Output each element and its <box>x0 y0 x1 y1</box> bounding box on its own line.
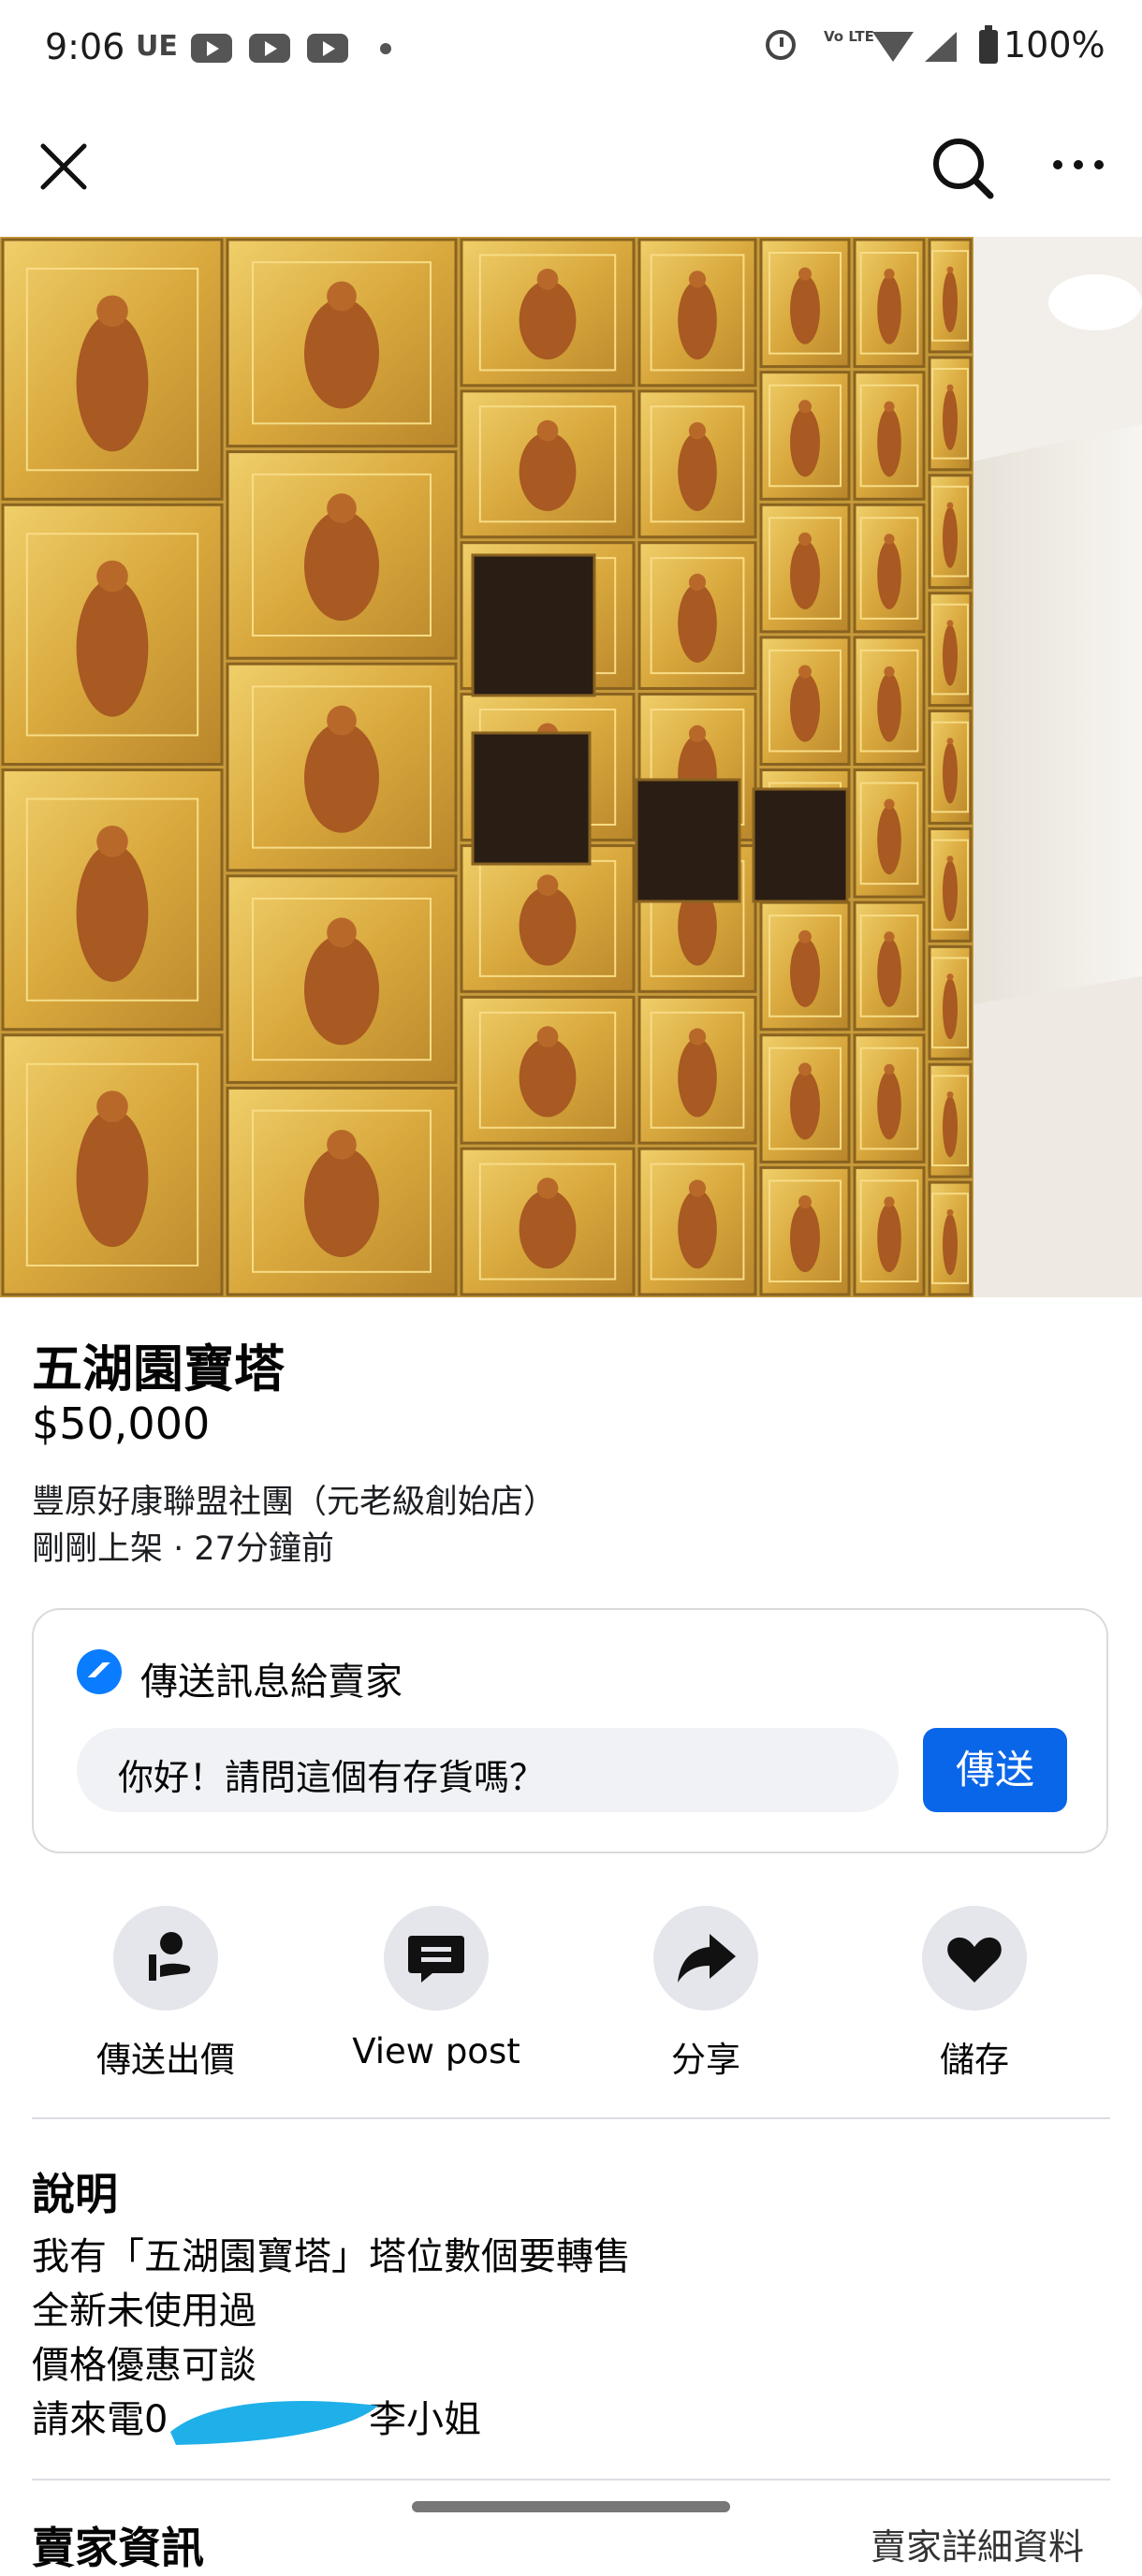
share-icon <box>653 1906 758 2011</box>
wifi-icon <box>872 32 914 62</box>
action-row: 傳送出價 View post 分享 儲存 <box>0 1906 1142 2084</box>
close-icon[interactable] <box>37 140 90 193</box>
view-post-icon <box>384 1906 489 2011</box>
messenger-icon <box>77 1649 122 1694</box>
carrier-label: UE <box>136 30 178 63</box>
listing-price: $50,000 <box>32 1398 211 1449</box>
message-input-value: 你好！請問這個有存貨嗎？ <box>118 1757 546 1798</box>
description-heading: 說明 <box>32 2169 118 2219</box>
more-horizontal-icon[interactable] <box>1050 151 1106 179</box>
search-icon[interactable] <box>929 134 996 201</box>
send-button[interactable]: 傳送 <box>923 1728 1067 1812</box>
description-line: 價格優惠可談 <box>32 2344 256 2387</box>
listed-time: 剛剛上架 · 27分鐘前 <box>32 1530 334 1568</box>
make-offer-button[interactable]: 傳送出價 <box>31 1906 300 2082</box>
message-heading: 傳送訊息給賣家 <box>140 1661 403 1704</box>
youtube-notification-icon <box>307 34 348 63</box>
youtube-notification-icon <box>191 34 232 63</box>
make-offer-label: 傳送出價 <box>96 2040 235 2080</box>
description-line: 全新未使用過 <box>32 2290 256 2333</box>
top-toolbar <box>0 98 1142 237</box>
volte-icon: Vo LTE <box>824 28 874 45</box>
message-input[interactable]: 你好！請問這個有存貨嗎？ <box>77 1728 899 1812</box>
battery-percent: 100% <box>1003 24 1105 66</box>
description-line: 我有「五湖園寶塔」塔位數個要轉售 <box>32 2235 631 2278</box>
save-label: 儲存 <box>940 2040 1009 2080</box>
redaction-scribble <box>170 2401 378 2445</box>
description-line: 請來電0 <box>32 2398 168 2441</box>
seller-group-name[interactable]: 豐原好康聯盟社團（元老級創始店） <box>32 1475 556 1523</box>
signal-icon <box>925 32 957 62</box>
alarm-icon <box>766 30 796 60</box>
divider <box>32 2479 1110 2481</box>
more-notifications-dot <box>380 43 391 54</box>
view-post-button[interactable]: View post <box>301 1906 571 2071</box>
home-indicator[interactable] <box>412 2501 730 2512</box>
heart-icon <box>922 1906 1027 2011</box>
save-button[interactable]: 儲存 <box>840 1906 1109 2082</box>
status-time: 9:06 <box>45 26 125 67</box>
divider <box>32 2117 1110 2119</box>
status-bar: 9:06 UE Vo LTE 100% <box>0 0 1142 98</box>
seller-details-link[interactable]: 賣家詳細資料 <box>871 2518 1084 2569</box>
seller-info-heading: 賣家資訊 <box>32 2523 204 2573</box>
listing-photo[interactable] <box>0 237 1142 1297</box>
share-button[interactable]: 分享 <box>571 1906 841 2082</box>
share-label: 分享 <box>671 2040 740 2080</box>
message-seller-card: 傳送訊息給賣家 你好！請問這個有存貨嗎？ 傳送 <box>32 1608 1108 1853</box>
make-offer-icon <box>113 1906 218 2011</box>
description-line: 李小姐 <box>369 2398 481 2441</box>
columbarium-photo <box>1 237 1142 1297</box>
view-post-label: View post <box>352 2031 520 2071</box>
youtube-notification-icon <box>249 34 290 63</box>
listing-title: 五湖園寶塔 <box>32 1339 285 1398</box>
battery-icon <box>979 25 998 64</box>
